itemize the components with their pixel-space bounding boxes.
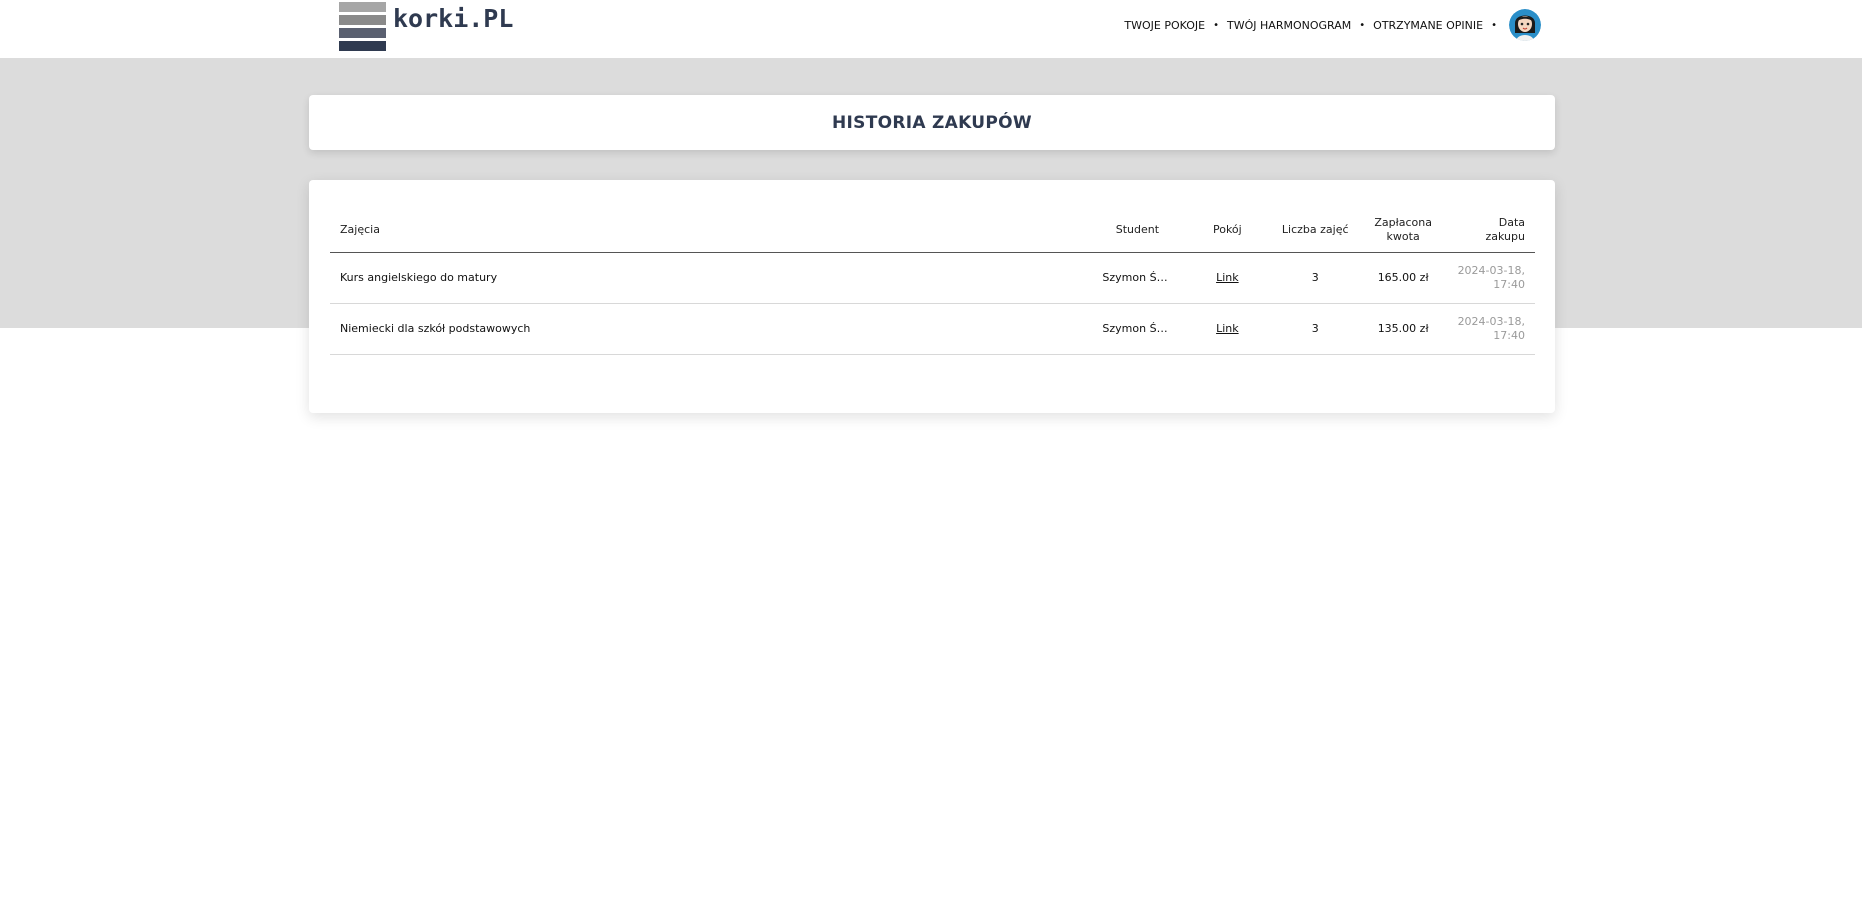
col-header-course: Zajęcia [330,207,1092,253]
col-header-count: Liczba zajęć [1271,207,1360,253]
col-header-student: Student [1091,207,1184,253]
table-row: Niemiecki dla szkół podstawowych Szymon … [330,303,1535,355]
nav-twoje-pokoje[interactable]: TWOJE POKOJE [1124,19,1205,32]
room-cell: Link [1183,303,1272,355]
avatar-icon [1509,9,1541,41]
page-title: HISTORIA ZAKUPÓW [832,112,1032,133]
col-header-room: Pokój [1183,207,1272,253]
student-name: Szymon Świ… [1102,322,1173,335]
count-cell: 3 [1271,252,1360,304]
course-cell: Kurs angielskiego do matury [330,252,1092,304]
student-cell: Szymon Świ… [1091,303,1184,355]
page-title-card: HISTORIA ZAKUPÓW [309,95,1555,150]
date-cell: 2024-03-18, 17:40 [1447,303,1535,355]
purchase-history-table: Zajęcia Student Pokój Liczba zajęć Zapła… [330,207,1535,355]
nav-twoj-harmonogram[interactable]: TWÓJ HARMONOGRAM [1227,19,1351,32]
student-cell: Szymon Świ… [1091,252,1184,304]
date-cell: 2024-03-18, 17:40 [1447,252,1535,304]
student-name: Szymon Świ… [1102,271,1173,284]
table-header-row: Zajęcia Student Pokój Liczba zajęć Zapła… [330,207,1535,253]
course-cell: Niemiecki dla szkół podstawowych [330,303,1092,355]
amount-cell: 165.00 zł [1359,252,1448,304]
user-avatar[interactable] [1509,9,1541,41]
main-nav: TWOJE POKOJE • TWÓJ HARMONOGRAM • OTRZYM… [1124,8,1541,42]
col-header-amount: Zapłacona kwota [1359,207,1448,253]
col-header-date: Data zakupu [1447,207,1535,253]
logo-stripes-icon [339,2,386,51]
room-link[interactable]: Link [1216,322,1239,335]
nav-separator: • [1491,19,1497,31]
nav-separator: • [1359,19,1366,31]
room-link[interactable]: Link [1216,271,1239,284]
purchase-history-card: Zajęcia Student Pokój Liczba zajęć Zapła… [309,180,1555,413]
site-logo[interactable]: korki.PL [339,2,513,51]
top-header: korki.PL TWOJE POKOJE • TWÓJ HARMONOGRAM… [0,0,1862,58]
table-row: Kurs angielskiego do matury Szymon Świ… … [330,252,1535,304]
nav-otrzymane-opinie[interactable]: OTRZYMANE OPINIE [1373,19,1483,32]
nav-separator: • [1213,19,1220,31]
amount-cell: 135.00 zł [1359,303,1448,355]
logo-text: korki.PL [393,4,514,33]
count-cell: 3 [1271,303,1360,355]
room-cell: Link [1183,252,1272,304]
